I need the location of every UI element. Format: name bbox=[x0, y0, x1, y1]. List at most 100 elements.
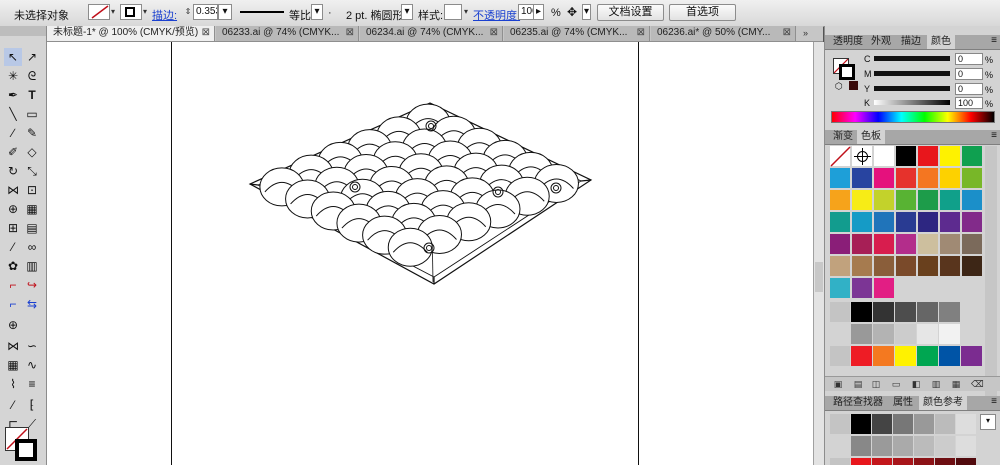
color-swatch[interactable] bbox=[896, 234, 917, 255]
tabs-overflow-icon[interactable]: » bbox=[803, 28, 808, 38]
slider-m-value[interactable]: 0 bbox=[955, 68, 983, 80]
tab-document-4[interactable]: 06235.ai @ 74% (CMYK... ⊠ bbox=[504, 26, 650, 41]
color-swatch[interactable] bbox=[939, 324, 961, 345]
eraser-tool-icon[interactable]: ◇ bbox=[23, 143, 41, 161]
color-guide-base-swatch[interactable] bbox=[830, 458, 850, 465]
slider-m-track[interactable] bbox=[874, 71, 950, 76]
swatch-group-folder-icon[interactable] bbox=[830, 302, 850, 322]
shape-builder-tool-icon[interactable]: ⊕ bbox=[4, 200, 22, 218]
tab-swatches[interactable]: 色板 bbox=[857, 130, 885, 144]
color-swatch[interactable] bbox=[940, 234, 961, 255]
stroke-weight-field[interactable]: 0.353 bbox=[193, 4, 218, 20]
color-swatch[interactable] bbox=[830, 212, 851, 233]
tab-transparency[interactable]: 透明度 bbox=[829, 35, 867, 49]
color-swatch[interactable] bbox=[896, 212, 917, 233]
tab-document-2[interactable]: 06233.ai @ 74% (CMYK... ⊠ bbox=[216, 26, 359, 41]
color-swatch[interactable] bbox=[935, 458, 956, 465]
eyedropper-2-tool-icon[interactable]: ⁄ bbox=[4, 396, 22, 414]
harmony-rules-dropdown[interactable]: ▾ bbox=[980, 414, 996, 430]
color-libraries-icon[interactable]: ▦ bbox=[951, 379, 961, 389]
vertical-scrollbar[interactable] bbox=[813, 42, 824, 465]
color-swatch[interactable] bbox=[852, 256, 873, 277]
color-swatch[interactable] bbox=[918, 256, 939, 277]
slider-k-track[interactable] bbox=[874, 100, 950, 105]
tab-pathfinder[interactable]: 路径查找器 bbox=[829, 396, 887, 410]
fill-swatch[interactable] bbox=[88, 4, 110, 20]
custom-tool-4-icon[interactable]: ⇆ bbox=[23, 295, 41, 313]
color-swatch[interactable] bbox=[893, 436, 914, 457]
slider-y-value[interactable]: 0 bbox=[955, 83, 983, 95]
crosshair-tool-icon[interactable]: ⊕ bbox=[4, 316, 22, 334]
column-graph-tool-icon[interactable]: ▥ bbox=[23, 257, 41, 275]
color-swatch[interactable] bbox=[940, 256, 961, 277]
warp-tool-icon[interactable]: ∽ bbox=[23, 337, 41, 355]
document-setup-button[interactable]: 文档设置 bbox=[597, 4, 664, 21]
gradient-tool-icon[interactable]: ▤ bbox=[23, 219, 41, 237]
blend-tool-icon[interactable]: ∞ bbox=[23, 238, 41, 256]
slider-c-value[interactable]: 0 bbox=[955, 53, 983, 65]
color-swatch[interactable] bbox=[873, 324, 895, 345]
none-swatch[interactable] bbox=[830, 146, 851, 167]
slider-c-track[interactable] bbox=[874, 56, 950, 61]
color-swatch[interactable] bbox=[918, 168, 939, 189]
color-swatch[interactable] bbox=[851, 302, 873, 323]
color-swatch[interactable] bbox=[914, 436, 935, 457]
measure-tool-icon[interactable]: ⁅ bbox=[23, 396, 41, 414]
color-spectrum-bar[interactable] bbox=[831, 111, 995, 123]
color-swatch[interactable] bbox=[962, 146, 983, 167]
color-swatch[interactable] bbox=[852, 190, 873, 211]
paintbrush-tool-icon[interactable]: ∕ bbox=[4, 124, 22, 142]
stroke-weight-stepper[interactable]: ⇕ bbox=[183, 4, 193, 20]
custom-tool-2-icon[interactable]: ↪ bbox=[23, 276, 41, 294]
color-swatch[interactable] bbox=[940, 146, 961, 167]
swatches-scrollbar[interactable] bbox=[985, 146, 997, 396]
color-swatch[interactable] bbox=[873, 302, 895, 323]
color-swatch[interactable] bbox=[962, 212, 983, 233]
perspective-grid-tool-icon[interactable]: ▦ bbox=[23, 200, 41, 218]
width-tool-icon[interactable]: ⋈ bbox=[4, 181, 22, 199]
color-swatch[interactable] bbox=[874, 234, 895, 255]
tab-document-1[interactable]: 未标题-1* @ 100% (CMYK/预览) ⊠ bbox=[47, 26, 215, 41]
color-swatch[interactable] bbox=[956, 436, 977, 457]
symbol-sprayer-tool-icon[interactable]: ✿ bbox=[4, 257, 22, 275]
swatch-options-icon[interactable]: ◫ bbox=[871, 379, 881, 389]
color-swatch[interactable] bbox=[914, 458, 935, 465]
path-tool-icon[interactable]: ∿ bbox=[23, 356, 41, 374]
color-swatch[interactable] bbox=[895, 324, 917, 345]
color-stroke-box[interactable] bbox=[839, 64, 855, 80]
color-swatch[interactable] bbox=[830, 234, 851, 255]
color-swatch[interactable] bbox=[851, 414, 872, 435]
color-swatch[interactable] bbox=[852, 212, 873, 233]
scale-shape[interactable] bbox=[387, 227, 433, 267]
rectangle-tool-icon[interactable]: ▭ bbox=[23, 105, 41, 123]
color-swatch[interactable] bbox=[917, 346, 939, 367]
direct-selection-tool-icon[interactable]: ↗ bbox=[23, 48, 41, 66]
swatch-libraries-icon[interactable]: ▣ bbox=[833, 379, 843, 389]
color-swatch[interactable] bbox=[940, 212, 961, 233]
stroke-color-box[interactable] bbox=[15, 439, 37, 461]
stroke-profile-dropdown[interactable]: ▾ bbox=[311, 4, 323, 20]
color-swatch[interactable] bbox=[873, 346, 895, 367]
free-transform-tool-icon[interactable]: ⊡ bbox=[23, 181, 41, 199]
color-swatch[interactable] bbox=[914, 414, 935, 435]
color-swatch[interactable] bbox=[918, 146, 939, 167]
eyedropper-tool-icon[interactable]: ⁄ bbox=[4, 238, 22, 256]
color-swatch[interactable] bbox=[962, 234, 983, 255]
tab-color[interactable]: 颜色 bbox=[927, 35, 955, 49]
color-swatch[interactable] bbox=[917, 302, 939, 323]
registration-swatch[interactable] bbox=[852, 146, 873, 167]
close-icon[interactable]: ⊠ bbox=[783, 26, 791, 40]
color-swatch[interactable] bbox=[956, 414, 977, 435]
tab-document-3[interactable]: 06234.ai @ 74% (CMYK... ⊠ bbox=[360, 26, 503, 41]
delete-swatch-icon[interactable]: ▥ bbox=[931, 379, 941, 389]
color-swatch[interactable] bbox=[956, 458, 977, 465]
color-swatch[interactable] bbox=[874, 168, 895, 189]
tab-appearance[interactable]: 外观 bbox=[867, 35, 895, 49]
color-swatch[interactable] bbox=[893, 458, 914, 465]
close-icon[interactable]: ⊠ bbox=[346, 26, 354, 40]
color-swatch[interactable] bbox=[830, 278, 851, 299]
type-tool-icon[interactable]: T bbox=[23, 86, 41, 104]
color-swatch[interactable] bbox=[893, 414, 914, 435]
color-swatch[interactable] bbox=[962, 256, 983, 277]
new-swatch-icon[interactable]: ◧ bbox=[911, 379, 921, 389]
